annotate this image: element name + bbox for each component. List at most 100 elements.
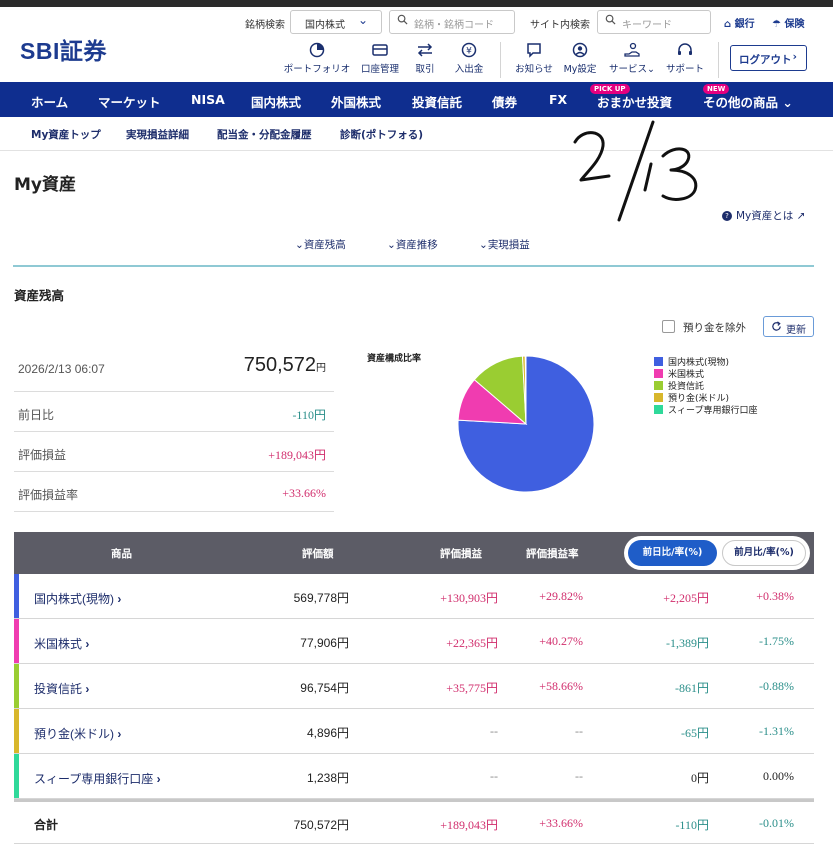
nav-bond[interactable]: 債券: [492, 92, 517, 111]
insurance-link[interactable]: ☂ 保険: [772, 15, 804, 30]
nav-domestic-stock[interactable]: 国内株式: [251, 92, 301, 111]
anchor-history[interactable]: ⌄資産推移: [387, 237, 438, 252]
support-label: サポート: [665, 64, 704, 75]
about-my-assets-link[interactable]: ? My資産とは ↗: [722, 208, 805, 223]
table-row: 投資信託 › 96,754円 +35,775円 +58.66% -861円 -0.88%: [14, 664, 814, 709]
headset-icon: [678, 43, 692, 55]
subnav-my-assets-top[interactable]: My資産トップ: [31, 127, 101, 142]
portfolio-button[interactable]: ポートフォリオ: [282, 42, 352, 75]
exclude-deposit-checkbox[interactable]: [662, 320, 675, 333]
product-day-change: -1,389円: [666, 636, 709, 650]
product-day-change: -861円: [675, 681, 709, 695]
account-button[interactable]: 口座管理: [358, 42, 402, 75]
nav-other-products[interactable]: その他の商品 ⌄: [703, 92, 793, 111]
handwritten-annotation: [573, 120, 698, 222]
product-value: 96,754円: [300, 681, 349, 695]
sbi-logo[interactable]: SBI証券: [20, 32, 107, 66]
exclude-deposit-label: 預り金を除外: [683, 322, 746, 334]
product-link[interactable]: スィープ専用銀行口座 ›: [34, 770, 161, 787]
settings-button[interactable]: My設定: [562, 42, 598, 75]
chevron-right-icon: ›: [156, 772, 161, 786]
legend-item: 米国株式: [654, 369, 757, 381]
product-link[interactable]: 国内株式(現物) ›: [34, 590, 121, 607]
portfolio-label: ポートフォリオ: [283, 64, 351, 75]
legend-swatch: [654, 405, 663, 414]
total-pl-rate: +33.66%: [539, 816, 583, 830]
summary-label: 評価損益: [18, 448, 67, 462]
anchor-realized-label: 実現損益: [487, 239, 530, 251]
bank-label: 銀行: [734, 19, 755, 30]
nav-nisa[interactable]: NISA: [191, 92, 225, 107]
refresh-icon: [772, 321, 781, 331]
product-name: 米国株式: [34, 637, 83, 651]
product-name: スィープ専用銀行口座: [34, 772, 154, 786]
product-value: 4,896円: [306, 726, 349, 740]
support-button[interactable]: サポート: [664, 42, 706, 75]
logout-button[interactable]: ログアウト ›: [730, 45, 807, 71]
as-of-datetime: 2026/2/13 06:07: [18, 362, 105, 376]
header-pl: 評価損益: [440, 548, 482, 560]
refresh-button[interactable]: 更新: [763, 316, 814, 337]
product-value: 1,238円: [306, 771, 349, 785]
subnav-dividend-history[interactable]: 配当金・分配金履歴: [217, 127, 312, 142]
market-select[interactable]: 国内株式 ⌄: [290, 10, 382, 34]
category-color-bar: [14, 754, 19, 798]
toggle-day-compare[interactable]: 前日比/率(%): [628, 540, 717, 566]
product-day-change: +2,205円: [663, 591, 709, 605]
legend-item: 預り金(米ドル): [654, 393, 757, 405]
chevron-down-icon: ⌄: [357, 13, 368, 27]
nav-home[interactable]: ホーム: [31, 92, 68, 111]
product-pl-rate: +40.27%: [539, 634, 583, 648]
subnav-diagnosis[interactable]: 診断(ポトフォる): [340, 127, 423, 142]
insurance-label: 保険: [784, 19, 805, 30]
pie-title: 資産構成比率: [367, 354, 422, 364]
service-button[interactable]: サービス⌄: [605, 42, 659, 75]
total-value: 750,572円: [293, 818, 349, 832]
summary-value: -110円: [292, 408, 326, 422]
table-row: 米国株式 › 77,906円 +22,365円 +40.27% -1,389円 -1.75…: [14, 619, 814, 664]
search-icon: [397, 14, 408, 25]
stock-search-placeholder: 銘柄・銘柄コード: [414, 20, 494, 31]
header-pl-rate: 評価損益率: [526, 548, 579, 560]
notice-button[interactable]: お知らせ: [512, 42, 556, 75]
anchor-realized[interactable]: ⌄実現損益: [479, 237, 530, 252]
summary-total-row: 2026/2/13 06:07 750,572円: [14, 348, 334, 392]
nav-fx[interactable]: FX: [549, 92, 567, 107]
nav-mutual-fund[interactable]: 投資信託: [412, 92, 462, 111]
subnav-realized-pl[interactable]: 実現損益詳細: [126, 127, 189, 142]
product-link[interactable]: 預り金(米ドル) ›: [34, 725, 121, 742]
legend-item: 国内株式(現物): [654, 357, 757, 369]
site-search-input[interactable]: キーワード: [597, 10, 711, 34]
nav-foreign-stock[interactable]: 外国株式: [331, 92, 381, 111]
top-strip: [0, 0, 833, 7]
product-day-change: 0円: [690, 771, 709, 785]
trade-button[interactable]: 取引: [408, 42, 442, 75]
bank-link[interactable]: ⌂ 銀行: [724, 15, 755, 30]
summary-row: 評価損益率 +33.66%: [14, 472, 334, 512]
nav-robo-advisor[interactable]: おまかせ投資: [597, 92, 672, 111]
stock-search-input[interactable]: 銘柄・銘柄コード: [389, 10, 515, 34]
product-pl-rate: +58.66%: [539, 679, 583, 693]
summary-value: +33.66%: [282, 486, 326, 500]
anchor-balance[interactable]: ⌄資産残高: [295, 237, 346, 252]
header-separator: [500, 42, 501, 78]
notice-label: お知らせ: [515, 64, 553, 75]
header-value: 評価額: [302, 548, 334, 560]
svg-text:¥: ¥: [466, 47, 472, 57]
chevron-right-icon: ›: [117, 592, 122, 606]
legend-label: 預り金(米ドル): [668, 394, 730, 404]
total-day-change: -110円: [675, 818, 709, 832]
chevron-right-icon: ›: [85, 637, 90, 651]
deposit-button[interactable]: ¥ 入出金: [451, 42, 487, 75]
summary-row: 前日比 -110円: [14, 392, 334, 432]
summary-value: +189,043円: [268, 448, 326, 462]
toggle-month-compare[interactable]: 前月比/率(%): [722, 540, 806, 566]
nav-market[interactable]: マーケット: [98, 92, 161, 111]
product-pl-rate: --: [575, 769, 583, 783]
product-link[interactable]: 投資信託 ›: [34, 680, 89, 697]
product-link[interactable]: 米国株式 ›: [34, 635, 89, 652]
legend-label: 国内株式(現物): [668, 358, 730, 368]
yen-unit: 円: [316, 363, 326, 374]
product-name: 国内株式(現物): [34, 592, 114, 606]
total-pl: +189,043円: [440, 818, 498, 832]
